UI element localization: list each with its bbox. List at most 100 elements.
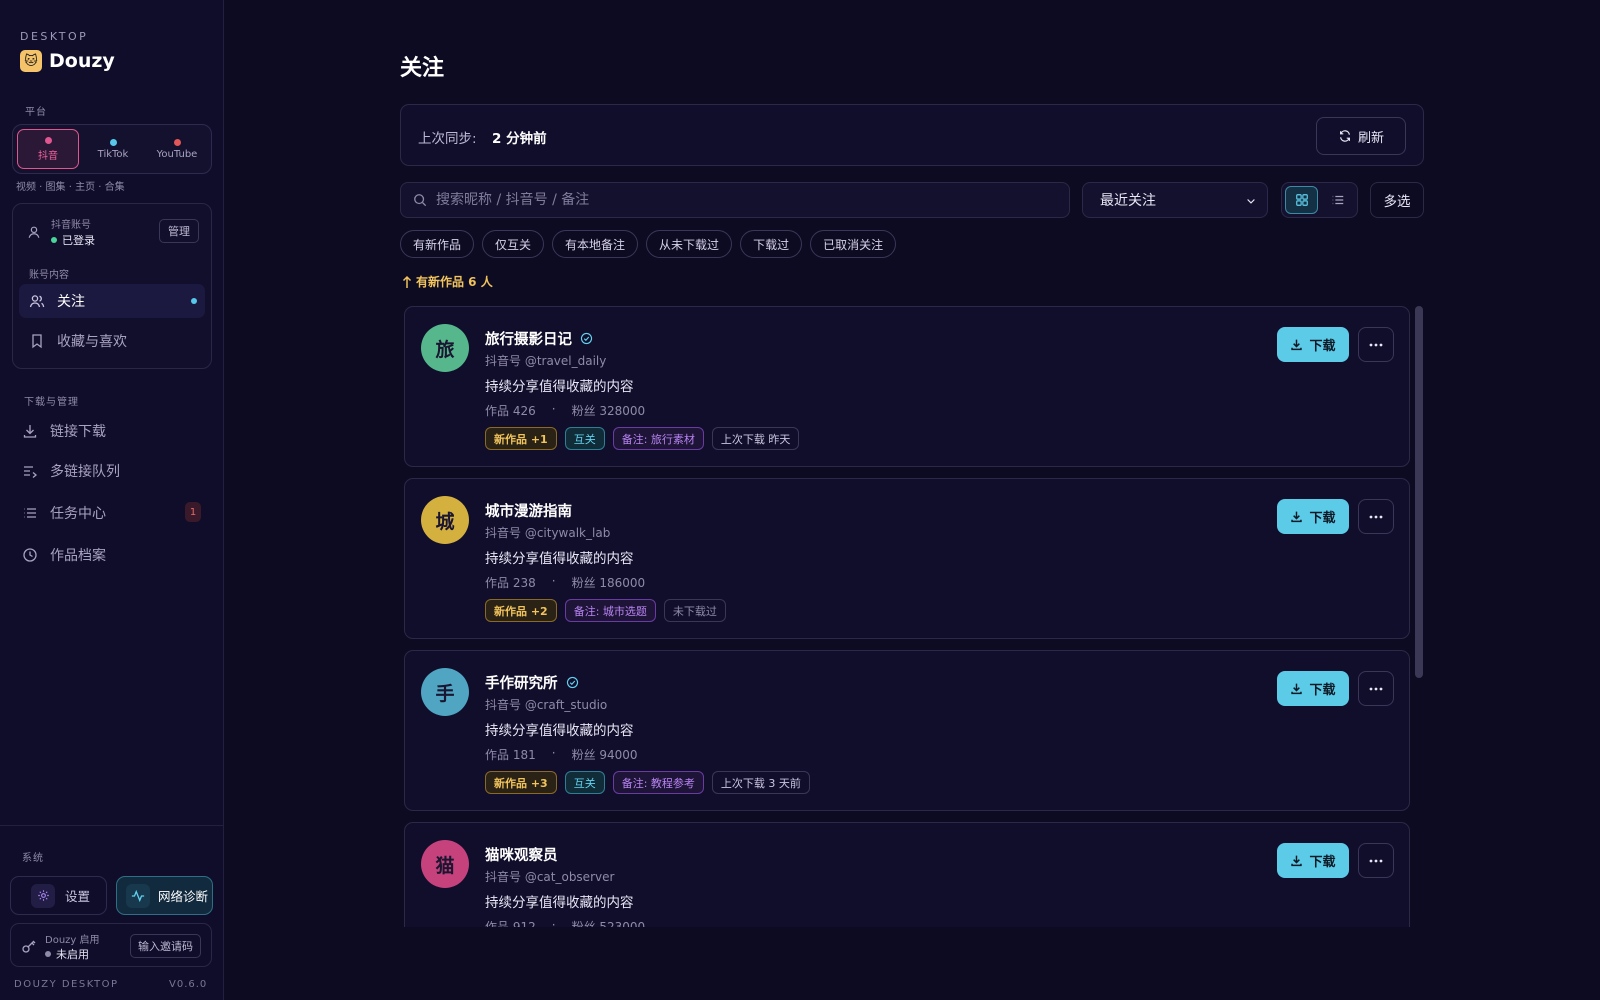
creator-name[interactable]: 旅行摄影日记 <box>485 328 572 349</box>
platform-dot-icon <box>173 138 181 146</box>
follow-card[interactable]: 城城市漫游指南 抖音号 @citywalk_lab 持续分享值得收藏的内容 作品 23… <box>404 478 1410 639</box>
footer-version: V0.6.0 <box>169 979 208 990</box>
fans-count: 粉丝 523000 <box>571 920 646 927</box>
status-dot-icon <box>51 237 57 243</box>
filter-chip[interactable]: 从未下载过 <box>646 230 733 258</box>
sidebar-item-label: 关注 <box>57 294 85 310</box>
creator-desc: 持续分享值得收藏的内容 <box>485 551 634 567</box>
tag-new: 新作品 +1 <box>485 427 557 450</box>
view-toggle <box>1281 182 1358 218</box>
tag-plain: 上次下载 3 天前 <box>711 771 810 794</box>
account-row: 抖音账号 已登录 <box>27 216 95 248</box>
settings-button[interactable]: 设置 <box>10 876 107 915</box>
sidebar-item-archive[interactable]: 作品档案 <box>22 545 106 565</box>
creator-name[interactable]: 猫咪观察员 <box>485 844 558 865</box>
brand: 🐱 Douzy <box>20 50 115 72</box>
brand-name: Douzy <box>49 50 115 72</box>
multi-select-button[interactable]: 多选 <box>1370 182 1424 218</box>
download-icon <box>1291 683 1303 695</box>
page-title: 关注 <box>400 56 445 81</box>
divider <box>0 825 224 826</box>
more-button[interactable] <box>1358 671 1394 706</box>
network-diagnose-button[interactable]: 网络诊断 <box>116 876 213 915</box>
list-icon <box>1332 195 1343 205</box>
sidebar-item-following[interactable]: 关注 <box>19 284 205 318</box>
scrollbar[interactable] <box>1415 306 1423 678</box>
sidebar-item-favorites[interactable]: 收藏与喜欢 <box>29 331 127 351</box>
account-content-label: 账号内容 <box>29 270 69 281</box>
list-view-button[interactable] <box>1321 186 1354 214</box>
platform-label: YouTube <box>156 148 198 160</box>
avatar: 手 <box>421 668 469 716</box>
download-section-label: 下载与管理 <box>24 397 79 408</box>
clock-icon <box>23 548 37 562</box>
avatar: 城 <box>421 496 469 544</box>
account-status: 已登录 <box>62 234 95 247</box>
sidebar-item-label: 收藏与喜欢 <box>57 334 127 350</box>
creator-handle: 抖音号 @craft_studio <box>485 698 608 712</box>
tag-plain: 上次下载 昨天 <box>711 427 800 450</box>
brand-top-label: DESKTOP <box>20 30 89 43</box>
sidebar-item-task-center[interactable]: 任务中心 <box>22 503 202 523</box>
grid-view-button[interactable] <box>1285 186 1319 214</box>
download-button[interactable]: 下载 <box>1277 843 1349 878</box>
creator-desc: 持续分享值得收藏的内容 <box>485 895 634 911</box>
sidebar-item-label: 任务中心 <box>50 506 106 522</box>
tag-row: 新作品 +2 备注: 城市选题 未下载过 <box>485 599 726 622</box>
more-icon <box>1369 515 1383 518</box>
tag-note: 备注: 教程参考 <box>612 771 704 794</box>
platform-youtube[interactable]: YouTube <box>147 129 207 169</box>
platform-douyin[interactable]: 抖音 <box>17 129 79 169</box>
more-button[interactable] <box>1358 499 1394 534</box>
task-count-badge: 1 <box>185 502 201 522</box>
sync-label: 上次同步: <box>418 131 477 147</box>
creator-name[interactable]: 手作研究所 <box>485 672 558 693</box>
filter-chip[interactable]: 有新作品 <box>400 230 475 258</box>
sidebar: DESKTOP 🐱 Douzy 平台 抖音 TikTok YouTube 视频 … <box>0 0 224 1000</box>
sidebar-item-link-download[interactable]: 链接下载 <box>22 421 106 441</box>
invite-code-button[interactable]: 输入邀请码 <box>130 934 201 958</box>
stats-separator: · <box>551 746 556 760</box>
tag-note: 备注: 城市选题 <box>564 599 656 622</box>
new-works-hint[interactable]: 有新作品 6 人 <box>402 273 493 290</box>
creator-handle: 抖音号 @cat_observer <box>485 870 615 884</box>
download-button[interactable]: 下载 <box>1277 671 1349 706</box>
follow-card[interactable]: 猫猫咪观察员 抖音号 @cat_observer 持续分享值得收藏的内容 作品 912… <box>404 822 1410 927</box>
system-section-label: 系统 <box>22 853 44 864</box>
filter-chip[interactable]: 有本地备注 <box>552 230 639 258</box>
sidebar-item-label: 链接下载 <box>50 424 106 440</box>
refresh-icon <box>1339 130 1350 142</box>
sidebar-item-queue[interactable]: 多链接队列 <box>22 461 120 481</box>
download-icon <box>1291 339 1303 351</box>
filter-chip[interactable]: 已取消关注 <box>810 230 897 258</box>
more-button[interactable] <box>1358 327 1394 362</box>
sync-card: 上次同步: 2 分钟前 刷新 <box>400 104 1424 166</box>
refresh-button[interactable]: 刷新 <box>1316 117 1406 155</box>
account-label: 抖音账号 <box>51 220 91 231</box>
manage-button[interactable]: 管理 <box>159 219 199 243</box>
arrow-up-icon <box>402 275 412 288</box>
key-icon <box>22 940 36 953</box>
filter-chip[interactable]: 下载过 <box>740 230 803 258</box>
following-list: 旅旅行摄影日记 抖音号 @travel_daily 持续分享值得收藏的内容 作品 42… <box>404 306 1412 927</box>
creator-name[interactable]: 城市漫游指南 <box>485 500 572 521</box>
download-button[interactable]: 下载 <box>1277 499 1349 534</box>
sort-value: 最近关注 <box>1100 193 1156 209</box>
follow-card[interactable]: 旅旅行摄影日记 抖音号 @travel_daily 持续分享值得收藏的内容 作品 42… <box>404 306 1410 467</box>
download-label: 下载 <box>1309 683 1336 698</box>
queue-icon <box>24 466 38 478</box>
follow-card[interactable]: 手手作研究所 抖音号 @craft_studio 持续分享值得收藏的内容 作品 181… <box>404 650 1410 811</box>
download-button[interactable]: 下载 <box>1277 327 1349 362</box>
more-button[interactable] <box>1358 843 1394 878</box>
creator-desc: 持续分享值得收藏的内容 <box>485 379 634 395</box>
stats-separator: · <box>551 402 556 416</box>
fans-count: 粉丝 328000 <box>571 404 646 418</box>
search-input[interactable] <box>436 192 1036 208</box>
platform-tiktok[interactable]: TikTok <box>83 129 143 169</box>
logo-icon: 🐱 <box>20 50 42 72</box>
filter-chip[interactable]: 仅互关 <box>482 230 545 258</box>
download-label: 下载 <box>1309 511 1336 526</box>
tag-new: 新作品 +2 <box>485 599 557 622</box>
sort-select[interactable]: 最近关注 <box>1082 182 1268 218</box>
gear-icon <box>31 883 55 908</box>
